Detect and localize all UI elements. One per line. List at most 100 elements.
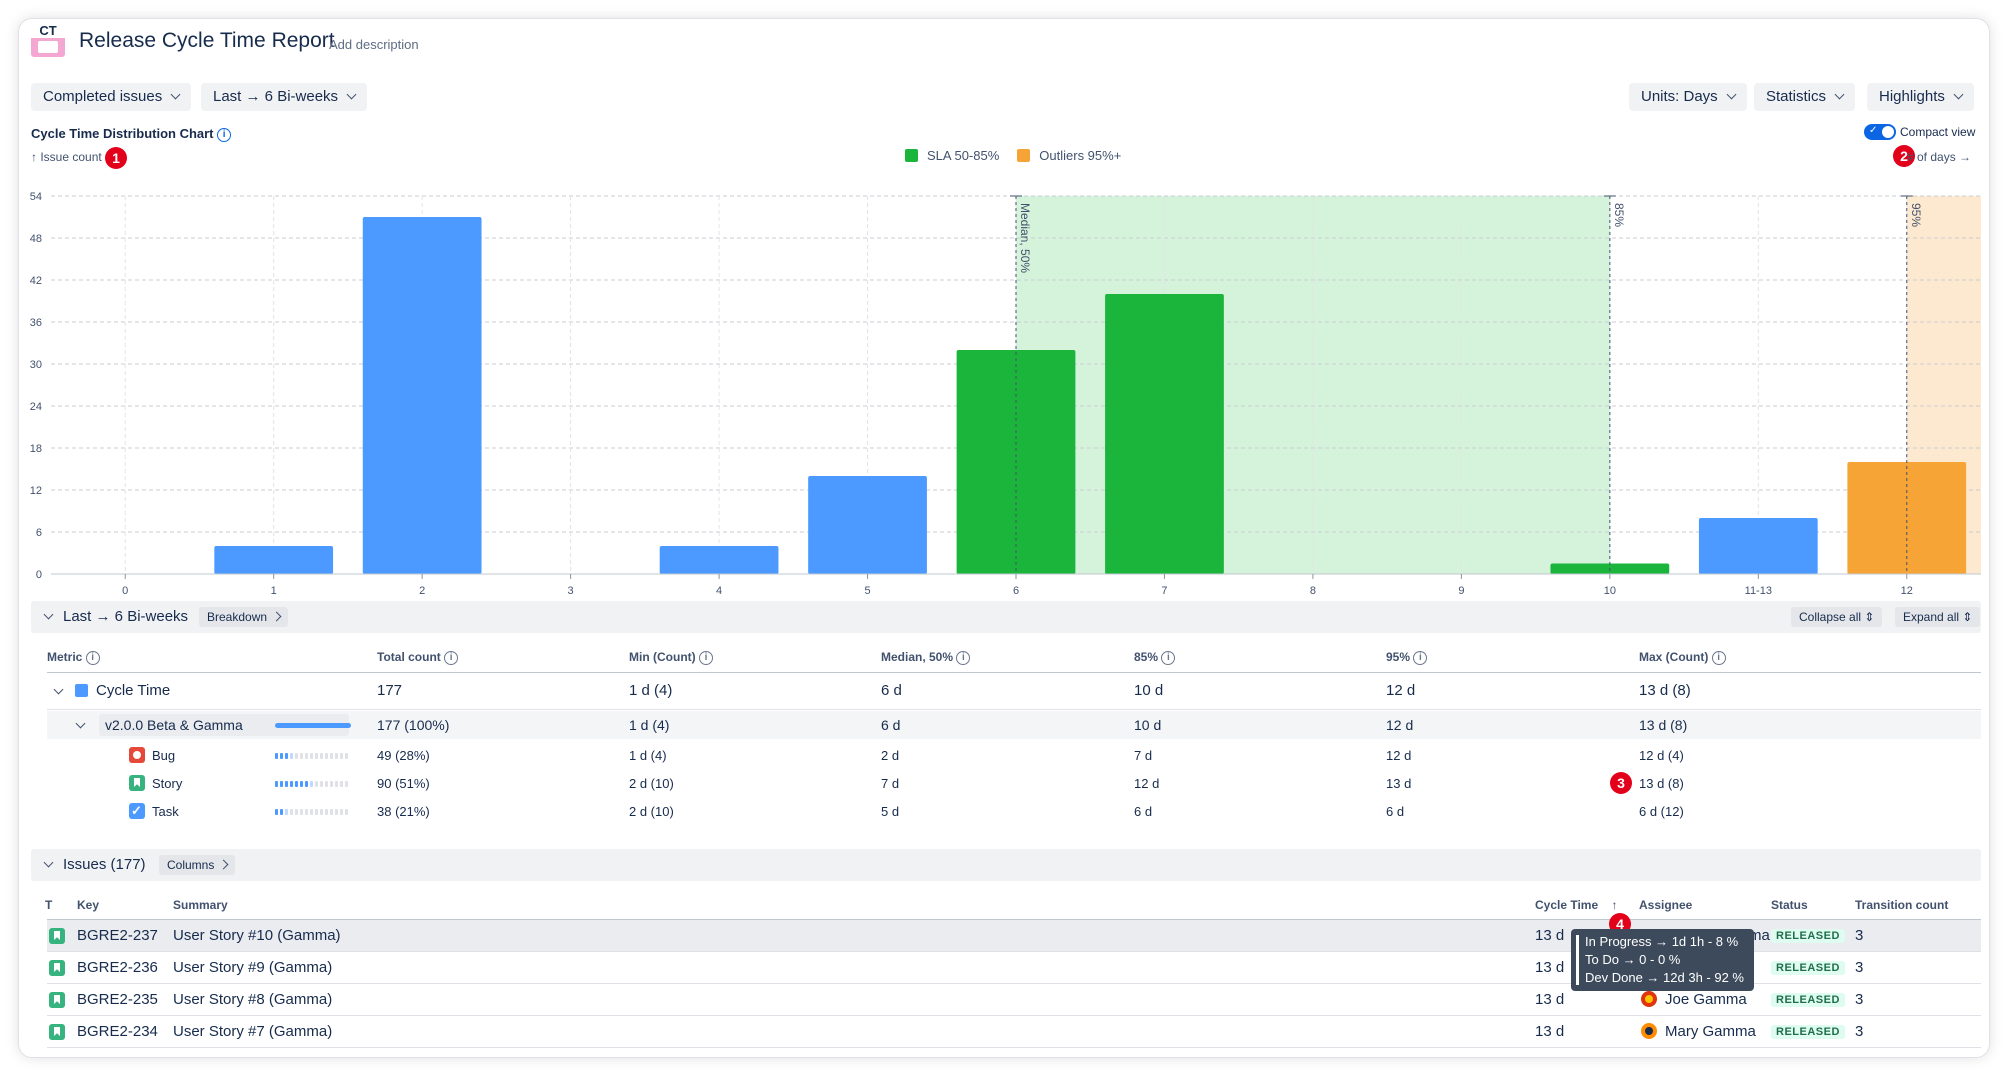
story-icon xyxy=(49,960,65,976)
col-total-count: Total count i xyxy=(377,650,459,665)
issue-key[interactable]: BGRE2-234 xyxy=(77,1023,158,1040)
col-85: 85% i xyxy=(1134,650,1176,665)
info-icon[interactable]: i xyxy=(85,650,100,665)
issue-key[interactable]: BGRE2-237 xyxy=(77,927,158,944)
col-key[interactable]: Key xyxy=(77,898,99,912)
add-description-link[interactable]: Add description xyxy=(329,37,419,52)
chevron-down-icon xyxy=(1726,89,1737,100)
story-icon xyxy=(49,992,65,1008)
info-icon[interactable]: i xyxy=(1161,650,1176,665)
compact-view-toggle[interactable]: ✓ Compact view xyxy=(1864,124,1975,140)
col-transition-count[interactable]: Transition count xyxy=(1855,898,1948,912)
y-tick-label: 36 xyxy=(30,317,42,329)
col-median: Median, 50% i xyxy=(881,650,971,665)
y-tick-label: 24 xyxy=(30,401,42,413)
cycle-time-chart: 061218243036424854Median, 50% 85% 95%0 1 2 3 4… xyxy=(30,191,1981,597)
y-tick-label: 54 xyxy=(30,191,42,203)
header-divider xyxy=(47,672,1981,673)
cycle-time-tooltip: In Progress → 1d 1h - 8 % To Do → 0 - 0 … xyxy=(1571,929,1754,991)
chart-title: Cycle Time Distribution Chart i xyxy=(31,126,232,142)
marker-label: 95% xyxy=(1909,203,1923,227)
chevron-down-icon[interactable] xyxy=(43,857,54,868)
info-icon[interactable]: i xyxy=(217,127,232,142)
col-assignee[interactable]: Assignee xyxy=(1639,898,1692,912)
bug-icon xyxy=(129,747,145,763)
issue-key[interactable]: BGRE2-235 xyxy=(77,991,158,1008)
chevron-down-icon[interactable] xyxy=(53,684,64,695)
chevron-right-icon xyxy=(271,611,282,622)
col-type: T xyxy=(45,898,53,912)
chevron-down-icon xyxy=(346,89,357,100)
col-metric: Metric i xyxy=(47,650,100,665)
app-logo: CT xyxy=(31,23,65,57)
chevron-down-icon xyxy=(1953,89,1964,100)
col-max: Max (Count) i xyxy=(1639,650,1726,665)
issue-summary[interactable]: User Story #10 (Gamma) xyxy=(173,927,341,944)
issues-title: Issues (177) xyxy=(63,856,146,873)
bar-4 xyxy=(659,546,779,574)
x-tick-label: 12 xyxy=(1901,585,1913,597)
collapse-all-button[interactable]: Collapse all ⇕ xyxy=(1791,607,1883,627)
columns-button[interactable]: Columns xyxy=(159,855,236,875)
task-share-bar xyxy=(275,809,348,815)
units-dropdown[interactable]: Units: Days xyxy=(1629,83,1747,111)
chevron-down-icon[interactable] xyxy=(43,609,54,620)
y-tick-label: 6 xyxy=(36,527,42,539)
status-badge: RELEASED xyxy=(1771,929,1845,943)
info-icon[interactable]: i xyxy=(1413,650,1428,665)
report-window: CT Release Cycle Time Report Add descrip… xyxy=(18,18,1990,1058)
task-icon: ✓ xyxy=(129,803,145,819)
x-tick-label: 0 xyxy=(122,585,128,597)
sort-arrow-icon[interactable]: ↑ xyxy=(1612,898,1618,912)
marker-label: 85% xyxy=(1612,203,1626,227)
status-badge: RELEASED xyxy=(1771,1025,1845,1039)
col-summary[interactable]: Summary xyxy=(173,898,228,912)
col-status[interactable]: Status xyxy=(1771,898,1808,912)
issue-summary[interactable]: User Story #7 (Gamma) xyxy=(173,1023,332,1040)
breakdown-section-header[interactable]: Last → 6 Bi-weeks Breakdown Collapse all… xyxy=(31,601,1981,633)
issue-summary[interactable]: User Story #8 (Gamma) xyxy=(173,991,332,1008)
y-tick-label: 30 xyxy=(30,359,42,371)
y-tick-label: 18 xyxy=(30,443,42,455)
issue-summary[interactable]: User Story #9 (Gamma) xyxy=(173,959,332,976)
x-tick-label: 10 xyxy=(1604,585,1616,597)
legend-label-sla: SLA 50-85% xyxy=(927,148,1000,163)
info-icon[interactable]: i xyxy=(1711,650,1726,665)
x-tick-label: 3 xyxy=(568,585,574,597)
period-filter[interactable]: Last → 6 Bi-weeks xyxy=(201,83,368,111)
x-tick-label: 7 xyxy=(1161,585,1167,597)
expand-all-button[interactable]: Expand all ⇕ xyxy=(1895,607,1981,627)
info-icon[interactable]: i xyxy=(698,650,713,665)
x-tick-label: 9 xyxy=(1458,585,1464,597)
version-name: v2.0.0 Beta & Gamma xyxy=(105,717,243,733)
breakdown-title: Last → 6 Bi-weeks xyxy=(63,608,189,625)
issue-key[interactable]: BGRE2-236 xyxy=(77,959,158,976)
y-tick-label: 48 xyxy=(30,233,42,245)
info-icon[interactable]: i xyxy=(444,650,459,665)
assignee-name: Mary Gamma xyxy=(1665,1023,1756,1040)
highlights-dropdown[interactable]: Highlights xyxy=(1867,83,1974,111)
issue-type-filter[interactable]: Completed issues xyxy=(31,83,192,111)
tooltip-line: Dev Done → 12d 3h - 92 % xyxy=(1585,970,1744,985)
avatar xyxy=(1641,991,1657,1007)
y-axis-label: ↑ Issue count xyxy=(31,150,102,164)
story-icon xyxy=(49,1024,65,1040)
story-icon xyxy=(129,775,145,791)
chevron-right-icon xyxy=(218,859,229,870)
y-tick-label: 12 xyxy=(30,485,42,497)
col-min: Min (Count) i xyxy=(629,650,713,665)
tooltip-line: In Progress → 1d 1h - 8 % xyxy=(1585,934,1739,949)
info-icon[interactable]: i xyxy=(956,650,971,665)
status-badge: RELEASED xyxy=(1771,993,1845,1007)
story-icon xyxy=(49,928,65,944)
statistics-dropdown[interactable]: Statistics xyxy=(1754,83,1856,111)
breakdown-button[interactable]: Breakdown xyxy=(199,607,289,627)
assignee-name: Joe Gamma xyxy=(1665,991,1747,1008)
col-95: 95% i xyxy=(1386,650,1428,665)
page-title: Release Cycle Time Report xyxy=(79,29,335,52)
avatar xyxy=(1641,1023,1657,1039)
toggle-switch[interactable]: ✓ xyxy=(1864,124,1896,140)
issues-section-header[interactable]: Issues (177) Columns xyxy=(31,849,1981,881)
chevron-down-icon xyxy=(1834,89,1845,100)
col-cycle-time[interactable]: Cycle Time ↑ xyxy=(1535,898,1618,912)
